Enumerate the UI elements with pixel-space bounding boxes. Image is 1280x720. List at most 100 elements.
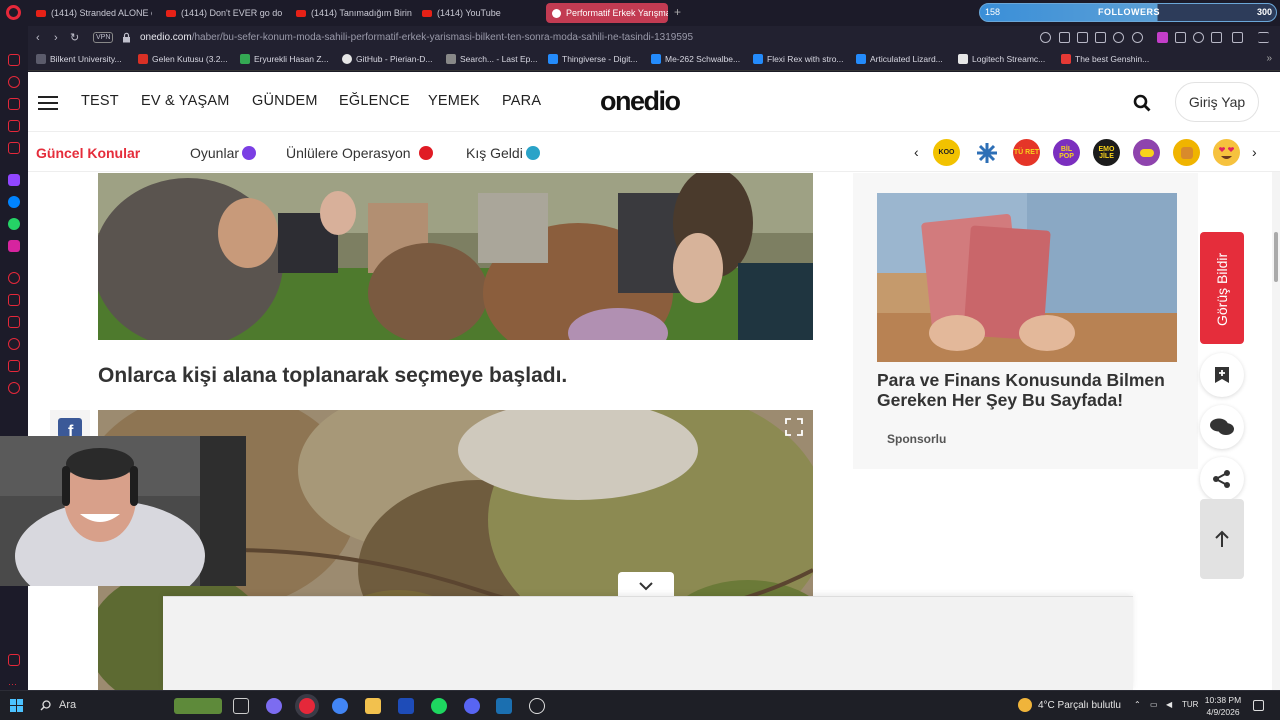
lock-icon[interactable] (122, 32, 131, 43)
sponsored-title[interactable]: Para ve Finans Konusunda Bilmen Gereken … (877, 370, 1177, 410)
bookmarks-more-icon[interactable]: » (1266, 53, 1272, 64)
sidebar-history-icon[interactable] (8, 338, 20, 350)
forward-icon[interactable]: › (54, 32, 58, 44)
tab-onedio-active[interactable]: Performatif Erkek Yarışma (546, 3, 668, 23)
nav-link-ev-yasam[interactable]: EV & YAŞAM (141, 93, 230, 109)
sidebar-settings-icon[interactable] (8, 382, 20, 394)
discord-icon[interactable] (464, 698, 480, 714)
expand-icon[interactable] (785, 418, 803, 436)
chrome-icon[interactable] (332, 698, 348, 714)
taskbar-search-field[interactable]: Ara (59, 699, 76, 711)
badge-emojile[interactable]: EMO JİLE (1093, 139, 1120, 166)
spotify-icon[interactable] (431, 698, 447, 714)
badge-star[interactable] (973, 139, 1000, 166)
menu-icon[interactable] (1258, 32, 1269, 43)
shield-icon[interactable] (1095, 32, 1106, 43)
pin-icon[interactable] (1059, 32, 1070, 43)
onedio-logo[interactable]: onedio (600, 86, 681, 117)
bookmark-add-button[interactable] (1200, 353, 1244, 397)
bookmark-item[interactable]: Thingiverse - Digit... (548, 54, 638, 64)
search-highlight-icon[interactable] (174, 698, 222, 714)
sidebar-player-icon[interactable] (8, 142, 20, 154)
sidebar-more-icon[interactable]: ··· (8, 674, 20, 689)
login-button[interactable]: Giriş Yap (1175, 82, 1259, 122)
player-icon[interactable] (1113, 32, 1124, 43)
nav-link-gundem[interactable]: GÜNDEM (252, 93, 318, 109)
twitch-icon[interactable] (8, 174, 20, 186)
steam-icon[interactable] (496, 698, 512, 714)
language-indicator[interactable]: TUR (1182, 700, 1198, 709)
file-explorer-icon[interactable] (365, 698, 381, 714)
copilot-icon[interactable] (266, 698, 282, 714)
badge-clap[interactable] (1173, 139, 1200, 166)
topic-oyunlar[interactable]: Oyunlar (190, 145, 257, 161)
ad-collapse-button[interactable] (618, 572, 674, 599)
tab-youtube-2[interactable]: (1414) Don't EVER go dow (160, 3, 282, 23)
scrollbar-thumb[interactable] (1274, 232, 1278, 282)
whatsapp-icon[interactable] (8, 218, 20, 230)
chevron-left-icon[interactable]: ‹ (914, 144, 919, 160)
nav-link-eglence[interactable]: EĞLENCE (339, 93, 410, 109)
chevron-right-icon[interactable]: › (1252, 144, 1257, 160)
opera-menu-icon[interactable] (6, 5, 21, 20)
wallet-icon[interactable] (1193, 32, 1204, 43)
weather-widget[interactable]: 4°C Parçalı bulutlu (1018, 698, 1121, 712)
sponsored-card[interactable]: Para ve Finans Konusunda Bilmen Gereken … (853, 173, 1198, 469)
scroll-to-top-button[interactable] (1200, 499, 1244, 579)
nav-link-para[interactable]: PARA (502, 93, 541, 109)
notifications-icon[interactable] (1253, 700, 1264, 711)
instagram-icon[interactable] (8, 240, 20, 252)
sidebar-tool-icon[interactable] (8, 272, 20, 284)
network-icon[interactable]: ▭ (1150, 700, 1158, 709)
sidebar-tool-icon[interactable] (8, 294, 20, 306)
page-scrollbar[interactable] (1272, 172, 1280, 690)
bookmark-item[interactable]: The best Genshin... (1061, 54, 1149, 64)
bookmark-item[interactable]: Eryurekli Hasan Z... (240, 54, 329, 64)
feedback-button[interactable]: Görüş Bildir (1200, 232, 1244, 344)
reload-icon[interactable]: ↻ (70, 32, 79, 44)
bookmark-item[interactable]: Me-262 Schwalbe... (651, 54, 740, 64)
tab-youtube-1[interactable]: (1414) Stranded ALONE on (30, 3, 152, 23)
share-button[interactable] (1200, 457, 1244, 501)
vpn-badge[interactable]: VPN (93, 32, 114, 43)
tab-youtube-4[interactable]: (1414) YouTube (416, 3, 538, 23)
bookmark-item[interactable]: Search... - Last Ep... (446, 54, 537, 64)
windows-start-icon[interactable] (10, 699, 23, 712)
snapshot-icon[interactable] (1077, 32, 1088, 43)
download-icon[interactable] (1211, 32, 1222, 43)
sidebar-tool-icon[interactable] (8, 360, 20, 372)
bookmark-heart-icon[interactable] (1132, 32, 1143, 43)
bookmark-item[interactable]: Articulated Lizard... (856, 54, 943, 64)
extensions-puzzle-icon[interactable] (1175, 32, 1186, 43)
badge-turet[interactable]: TÜ RET (1013, 139, 1040, 166)
sidebar-home-icon[interactable] (8, 54, 20, 66)
nav-link-yemek[interactable]: YEMEK (428, 93, 480, 109)
bookmark-item[interactable]: Logitech Streamc... (958, 54, 1045, 64)
zoom-icon[interactable] (1040, 32, 1051, 43)
topic-kis-geldi[interactable]: Kış Geldi (466, 145, 540, 161)
comments-button[interactable] (1200, 405, 1244, 449)
extension-icon[interactable] (1157, 32, 1168, 43)
url-field[interactable]: onedio.com/haber/bu-sefer-konum-moda-sah… (140, 32, 693, 43)
topic-unlulere-operasyon[interactable]: Ünlülere Operasyon (286, 145, 433, 161)
badge-love[interactable] (1213, 139, 1240, 166)
bookmark-item[interactable]: Bilkent University... (36, 54, 122, 64)
obs-icon[interactable] (529, 698, 545, 714)
volume-icon[interactable]: ◀ (1166, 700, 1172, 709)
facebook-share-icon[interactable]: f (50, 410, 90, 438)
badge-koo[interactable]: KOO (933, 139, 960, 166)
bookmark-item[interactable]: Gelen Kutusu (3.2... (138, 54, 228, 64)
badge-bilpop[interactable]: BİL POP (1053, 139, 1080, 166)
ai-icon[interactable] (1232, 32, 1243, 43)
sidebar-aria-icon[interactable] (8, 76, 20, 88)
back-icon[interactable]: ‹ (36, 32, 40, 44)
taskbar-search-icon[interactable] (40, 700, 51, 711)
opera-gx-taskbar-icon[interactable] (299, 698, 315, 714)
sidebar-shop-icon[interactable] (8, 98, 20, 110)
sidebar-gx-icon[interactable] (8, 654, 20, 666)
sidebar-news-icon[interactable] (8, 120, 20, 132)
hamburger-menu-icon[interactable] (38, 96, 58, 110)
nav-link-test[interactable]: TEST (81, 93, 119, 109)
bookmark-item[interactable]: Flexi Rex with stro... (753, 54, 844, 64)
bookmark-item[interactable]: GitHub - Pierian-D... (342, 54, 433, 64)
